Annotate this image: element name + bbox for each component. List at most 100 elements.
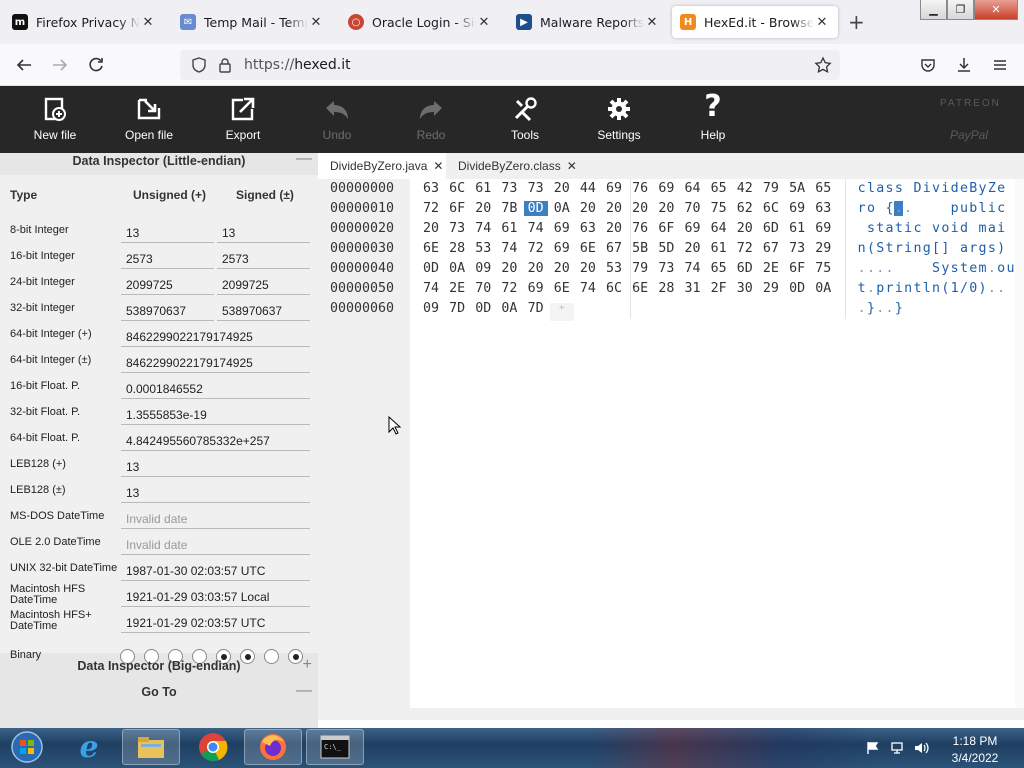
hex-byte[interactable]: 63 — [811, 201, 835, 216]
ascii-char[interactable]: . — [904, 201, 913, 216]
hex-byte[interactable]: 69 — [550, 241, 574, 256]
hex-byte[interactable]: 20 — [550, 261, 574, 276]
hex-byte[interactable]: 69 — [811, 221, 835, 236]
ascii-char[interactable]: y — [941, 261, 950, 276]
ascii-char[interactable]: n — [857, 241, 866, 256]
ascii-char[interactable]: 0 — [969, 281, 978, 296]
ascii-char[interactable]: s — [866, 221, 875, 236]
value-field[interactable]: Invalid date — [121, 535, 310, 555]
hex-byte[interactable]: 69 — [785, 201, 809, 216]
hex-byte[interactable]: 5B — [628, 241, 652, 256]
new-file-button[interactable]: New file — [8, 86, 102, 153]
close-tab-icon[interactable]: ✕ — [644, 15, 660, 30]
expand-icon[interactable]: + — [303, 656, 312, 674]
unsigned-value-field[interactable]: 2573 — [121, 249, 214, 269]
hex-byte[interactable]: 75 — [707, 201, 731, 216]
hex-byte[interactable]: 20 — [550, 181, 574, 196]
ascii-char[interactable]: } — [894, 301, 903, 316]
ascii-char[interactable]: t — [913, 281, 922, 296]
open-file-button[interactable]: Open file — [102, 86, 196, 153]
ascii-char[interactable]: / — [959, 281, 968, 296]
value-field[interactable]: 8462299022179174925 — [121, 353, 310, 373]
hex-byte[interactable]: 74 — [681, 261, 705, 276]
hex-byte[interactable]: 69 — [654, 181, 678, 196]
taskbar-cmd[interactable]: C:\_ — [306, 729, 364, 765]
close-window-button[interactable]: ✕ — [974, 0, 1018, 20]
menu-button[interactable] — [988, 53, 1012, 77]
ascii-char[interactable]: n — [913, 241, 922, 256]
hex-byte[interactable]: 0D — [523, 201, 548, 216]
lock-icon[interactable] — [216, 56, 234, 74]
ascii-char[interactable]: n — [904, 281, 913, 296]
value-field[interactable]: 0.0001846552 — [121, 379, 310, 399]
hex-byte[interactable]: 63 — [419, 181, 443, 196]
signed-value-field[interactable]: 538970637 — [217, 301, 310, 321]
hex-byte[interactable]: 7D — [524, 301, 548, 316]
ascii-char[interactable]: s — [894, 181, 903, 196]
ascii-char[interactable]: Z — [987, 181, 996, 196]
hex-byte[interactable]: 6C — [445, 181, 469, 196]
hex-byte[interactable]: 74 — [471, 221, 495, 236]
value-field[interactable]: 1921-01-29 03:03:57 Local — [121, 587, 310, 607]
ascii-char[interactable]: 1 — [950, 281, 959, 296]
taskbar-clock[interactable]: 1:18 PM 3/4/2022 — [940, 733, 1010, 767]
ascii-char[interactable]: i — [997, 221, 1006, 236]
ascii-char[interactable]: o — [866, 201, 875, 216]
ascii-char[interactable]: y — [978, 181, 987, 196]
ascii-char[interactable]: d — [950, 181, 959, 196]
close-tab-icon[interactable]: ✕ — [814, 15, 830, 30]
ascii-char[interactable]: s — [987, 241, 996, 256]
hex-byte[interactable]: 70 — [681, 201, 705, 216]
browser-tab-malware-reports[interactable]: ▶ Malware Reports - Online ✕ — [508, 6, 668, 38]
ascii-char[interactable]: . — [866, 261, 875, 276]
hex-byte[interactable]: 64 — [707, 221, 731, 236]
ascii-char[interactable]: e — [969, 261, 978, 276]
signed-value-field[interactable]: 2099725 — [217, 275, 310, 295]
ascii-char[interactable]: s — [885, 181, 894, 196]
ascii-char[interactable]: v — [931, 221, 940, 236]
hex-byte[interactable]: 20 — [628, 201, 652, 216]
maximize-button[interactable]: ❐ — [947, 0, 974, 20]
ascii-char[interactable]: c — [913, 221, 922, 236]
value-field[interactable]: 1921-01-29 02:03:57 UTC — [121, 613, 310, 633]
collapse-icon[interactable]: — — [296, 150, 312, 168]
address-bar[interactable]: https://hexed.it — [180, 50, 840, 80]
taskbar-internet-explorer[interactable]: e — [60, 729, 118, 765]
back-button[interactable] — [12, 53, 36, 77]
ascii-char[interactable]: b — [969, 201, 978, 216]
ascii-char[interactable]: ] — [941, 241, 950, 256]
hex-byte[interactable]: 73 — [785, 241, 809, 256]
taskbar-chrome[interactable] — [184, 729, 242, 765]
unsigned-value-field[interactable]: 13 — [121, 223, 214, 243]
ascii-char[interactable]: g — [978, 241, 987, 256]
network-icon[interactable] — [890, 741, 906, 755]
ascii-char[interactable]: t — [876, 221, 885, 236]
value-field[interactable]: 8462299022179174925 — [121, 327, 310, 347]
hex-byte[interactable]: 74 — [524, 221, 548, 236]
ascii-char[interactable]: . — [885, 301, 894, 316]
ascii-char[interactable]: . — [885, 261, 894, 276]
ascii-char[interactable]: i — [922, 181, 931, 196]
ascii-char[interactable]: . — [987, 281, 996, 296]
ascii-char[interactable]: S — [876, 241, 885, 256]
ascii-char[interactable] — [894, 261, 903, 276]
ascii-char[interactable]: l — [978, 201, 987, 216]
ascii-char[interactable]: . — [866, 281, 875, 296]
hex-byte[interactable]: 79 — [759, 181, 783, 196]
hex-byte[interactable]: 0D — [419, 261, 443, 276]
browser-tab-oracle[interactable]: ○ Oracle Login - Single Sign On ✕ — [340, 6, 500, 38]
ascii-char[interactable]: i — [987, 201, 996, 216]
help-button[interactable]: ? Help — [666, 86, 760, 153]
ascii-char[interactable]: l — [922, 281, 931, 296]
hex-byte[interactable]: 53 — [602, 261, 626, 276]
hex-byte[interactable]: 42 — [733, 181, 757, 196]
value-field[interactable]: Invalid date — [121, 509, 310, 529]
close-tab-icon[interactable]: ✕ — [308, 15, 324, 30]
ascii-char[interactable]: e — [997, 181, 1006, 196]
hex-byte[interactable]: 79 — [628, 261, 652, 276]
hex-byte[interactable]: 20 — [733, 221, 757, 236]
hex-byte[interactable]: 67 — [759, 241, 783, 256]
close-tab-icon[interactable]: ✕ — [476, 15, 492, 30]
hex-byte[interactable]: 73 — [654, 261, 678, 276]
hex-byte[interactable]: 74 — [497, 241, 521, 256]
